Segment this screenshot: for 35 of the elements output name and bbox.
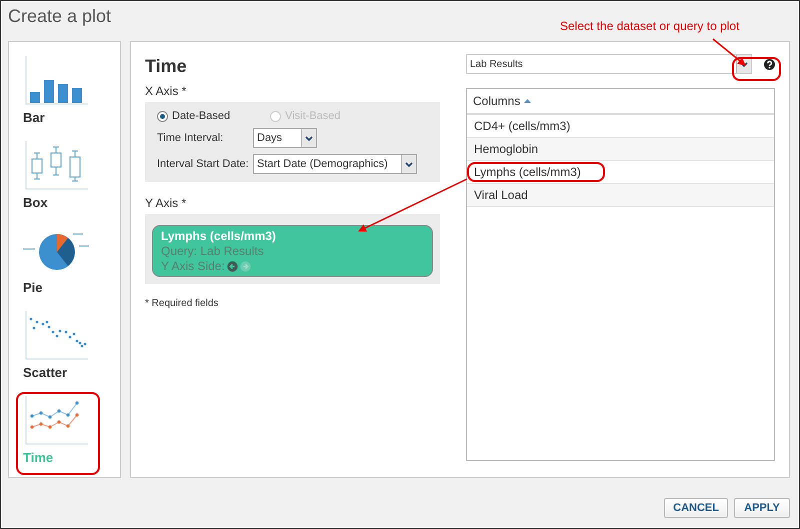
scatter-plot-icon (23, 309, 89, 361)
caret-icon (305, 136, 313, 140)
panel-title: Time (145, 55, 188, 78)
axis-side-label: Y Axis Side: (161, 259, 225, 273)
required-note: * Required fields (145, 298, 220, 309)
section-label: Y Axis * (145, 196, 188, 210)
chart-type-item[interactable]: Bar (16, 52, 100, 135)
callout-text: Select the dataset or query to plot (560, 19, 740, 33)
bar-chart-icon (23, 54, 89, 106)
chart-type-item[interactable]: Scatter (16, 307, 100, 390)
box-plot-icon (23, 139, 89, 191)
callout-arrow (712, 38, 746, 66)
dataset-dropdown[interactable]: Lab Results (466, 54, 752, 74)
caret-icon (405, 162, 413, 166)
window-title: Create a plot (8, 5, 112, 27)
sort-up-icon (524, 99, 532, 103)
column-item[interactable]: Hemoglobin (467, 138, 774, 161)
section-label: X Axis * (145, 84, 188, 98)
start-date-dropdown[interactable]: Start Date (Demographics) (253, 154, 417, 174)
field-label: Time Interval: (156, 132, 224, 144)
measure-query: Query: Lab Results (161, 244, 265, 258)
time-interval-dropdown[interactable]: Days (253, 128, 317, 148)
line-chart-icon (23, 394, 89, 446)
help-icon[interactable] (764, 58, 775, 70)
apply-button[interactable]: APPLY (734, 498, 790, 518)
chart-type-item[interactable]: Pie (16, 222, 100, 305)
measure-name: Lymphs (cells/mm3) (161, 229, 277, 243)
cancel-button[interactable]: CANCEL (664, 498, 728, 518)
left-arrow-icon[interactable] (226, 260, 238, 272)
caret-icon (740, 62, 748, 66)
column-item[interactable]: Viral Load (467, 184, 774, 207)
chart-type-item[interactable]: Box (16, 137, 100, 220)
field-label: Interval Start Date: (156, 158, 250, 170)
radio-option[interactable]: Date-Based (157, 110, 230, 122)
column-item[interactable]: Lymphs (cells/mm3) (467, 161, 774, 184)
